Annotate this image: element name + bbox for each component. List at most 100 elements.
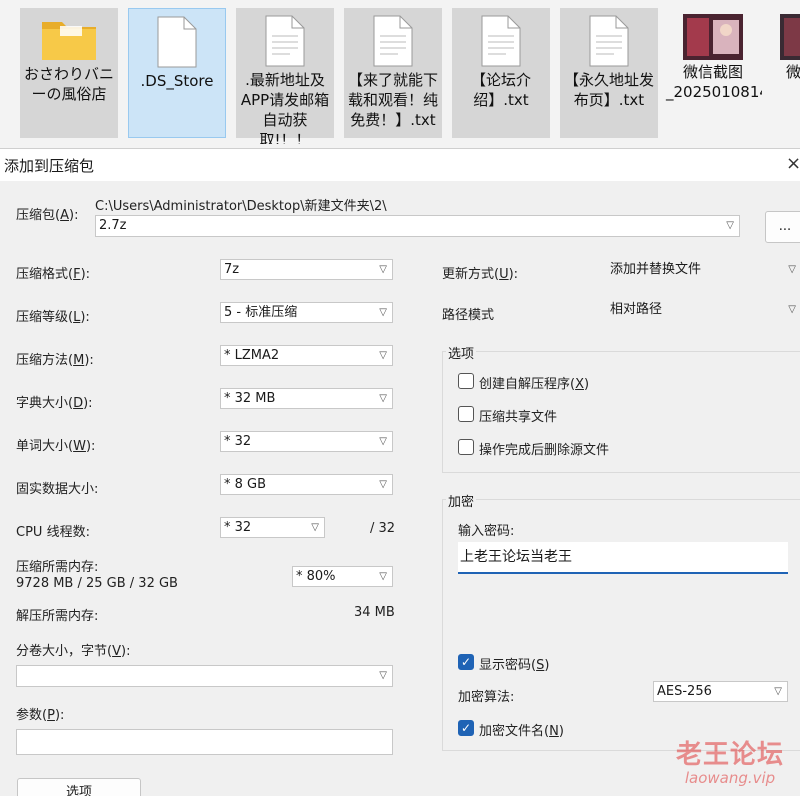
path-mode-value: 相对路径 bbox=[610, 302, 663, 317]
chevron-down-icon[interactable]: ▽ bbox=[379, 666, 387, 685]
encrypt-names-label: 加密文件名(N) bbox=[479, 724, 564, 739]
archive-path: C:\Users\Administrator\Desktop\新建文件夹\2\ bbox=[95, 199, 387, 214]
mem-decompress-label: 解压所需内存: bbox=[16, 609, 99, 624]
dict-label: 字典大小(D): bbox=[16, 396, 93, 411]
desktop-item-label: 【论坛介绍】.txt bbox=[470, 71, 531, 109]
chevron-down-icon[interactable]: ▽ bbox=[379, 389, 387, 408]
image-thumbnail-icon bbox=[683, 14, 743, 60]
password-label: 输入密码: bbox=[458, 524, 515, 539]
dialog-title: 添加到压缩包 bbox=[4, 157, 95, 175]
solid-value: * 8 GB bbox=[224, 477, 267, 492]
method-combo[interactable]: * LZMA2 ▽ bbox=[220, 345, 393, 366]
format-combo[interactable]: 7z ▽ bbox=[220, 259, 393, 280]
desktop-item-label: 【来了就能下载和观看！纯免费！】.txt bbox=[347, 71, 438, 129]
desktop-item-file[interactable]: 【论坛介绍】.txt bbox=[452, 8, 550, 138]
update-combo[interactable]: 添加并替换文件 ▽ bbox=[607, 259, 800, 280]
desktop-item-folder[interactable]: おさわりバニーの風俗店 bbox=[20, 8, 118, 138]
path-mode-combo[interactable]: 相对路径 ▽ bbox=[607, 299, 800, 320]
chevron-down-icon[interactable]: ▽ bbox=[379, 260, 387, 279]
shared-checkbox[interactable] bbox=[458, 406, 474, 422]
chevron-down-icon[interactable]: ▽ bbox=[774, 682, 782, 701]
solid-label: 固实数据大小: bbox=[16, 482, 99, 497]
mem-compress-detail: 9728 MB / 25 GB / 32 GB bbox=[16, 576, 178, 591]
options-group-title: 选项 bbox=[446, 343, 477, 362]
desktop-item-file[interactable]: .最新地址及APP请发邮箱自动获取!！！ bbox=[236, 8, 334, 144]
mem-compress-label: 压缩所需内存: bbox=[16, 560, 99, 575]
folder-icon bbox=[42, 22, 96, 60]
chevron-down-icon[interactable]: ▽ bbox=[379, 346, 387, 365]
chevron-down-icon[interactable]: ▽ bbox=[788, 300, 796, 319]
desktop-item-label: 【永久地址发布页】.txt bbox=[563, 71, 654, 109]
desktop-item-label: .最新地址及APP请发邮箱自动获取!！！ bbox=[240, 71, 330, 144]
desktop-item-label: おさわりバニーの風俗店 bbox=[23, 65, 114, 103]
delete-label: 操作完成后删除源文件 bbox=[479, 443, 610, 458]
desktop-item-file[interactable]: 【永久地址发布页】.txt bbox=[560, 8, 658, 138]
archive-name-combo[interactable]: 2.7z ▽ bbox=[95, 215, 740, 237]
dict-combo[interactable]: * 32 MB ▽ bbox=[220, 388, 393, 409]
path-mode-label: 路径模式 bbox=[442, 308, 495, 323]
chevron-down-icon[interactable]: ▽ bbox=[788, 260, 796, 279]
site-watermark: 老王论坛 laowang.vip bbox=[676, 734, 784, 787]
cpu-combo[interactable]: * 32 ▽ bbox=[220, 517, 325, 538]
word-combo[interactable]: * 32 ▽ bbox=[220, 431, 393, 452]
text-file-icon bbox=[373, 15, 413, 67]
method-value: * LZMA2 bbox=[224, 348, 280, 363]
desktop-item-file[interactable]: 【来了就能下载和观看！纯免费！】.txt bbox=[344, 8, 442, 138]
level-combo[interactable]: 5 - 标准压缩 ▽ bbox=[220, 302, 393, 323]
encrypt-names-checkbox[interactable]: ✓ bbox=[458, 720, 474, 736]
chevron-down-icon[interactable]: ▽ bbox=[379, 303, 387, 322]
level-value: 5 - 标准压缩 bbox=[224, 305, 298, 320]
desktop-strip: おさわりバニーの風俗店 .DS_Store .最新地址及APP请发邮箱自动获取!… bbox=[0, 0, 800, 148]
text-file-icon bbox=[481, 15, 521, 67]
chevron-down-icon[interactable]: ▽ bbox=[311, 518, 319, 537]
format-label: 压缩格式(F): bbox=[16, 267, 91, 282]
chevron-down-icon[interactable]: ▽ bbox=[379, 432, 387, 451]
watermark-url: laowang.vip bbox=[684, 769, 776, 787]
split-label: 分卷大小，字节(V): bbox=[16, 644, 131, 659]
sfx-checkbox[interactable] bbox=[458, 373, 474, 389]
dialog-body: 压缩包(A): C:\Users\Administrator\Desktop\新… bbox=[0, 181, 800, 796]
desktop-item-label: 微信截图_20250108143130.png bbox=[666, 63, 762, 101]
solid-combo[interactable]: * 8 GB ▽ bbox=[220, 474, 393, 495]
title-bar: 添加到压缩包 × bbox=[0, 149, 800, 181]
word-value: * 32 bbox=[224, 434, 252, 449]
mem-percent-combo[interactable]: * 80% ▽ bbox=[292, 566, 393, 587]
delete-checkbox[interactable] bbox=[458, 439, 474, 455]
add-to-archive-dialog: 添加到压缩包 × 压缩包(A): C:\Users\Administrator\… bbox=[0, 148, 800, 796]
chevron-down-icon[interactable]: ▽ bbox=[379, 475, 387, 494]
desktop-item-label: .DS_Store bbox=[140, 72, 214, 90]
password-input[interactable]: 上老王论坛当老王 bbox=[458, 542, 788, 574]
chevron-down-icon[interactable]: ▽ bbox=[379, 567, 387, 586]
update-label: 更新方式(U): bbox=[442, 267, 519, 282]
chevron-down-icon[interactable]: ▽ bbox=[726, 216, 734, 235]
desktop-item-image[interactable]: 微_2 81 bbox=[772, 8, 800, 138]
archive-label: 压缩包(A): bbox=[16, 208, 79, 223]
desktop-item-image[interactable]: 微信截图_20250108143130.png bbox=[664, 8, 762, 138]
split-combo[interactable]: ▽ bbox=[16, 665, 393, 687]
encryption-method-combo[interactable]: AES-256 ▽ bbox=[653, 681, 788, 702]
watermark-title: 老王论坛 bbox=[676, 740, 785, 770]
options-button[interactable]: 选项 bbox=[17, 778, 141, 796]
update-value: 添加并替换文件 bbox=[610, 262, 702, 277]
dict-value: * 32 MB bbox=[224, 391, 276, 406]
encryption-group-title: 加密 bbox=[446, 491, 477, 510]
cpu-value: * 32 bbox=[224, 520, 252, 535]
cpu-label: CPU 线程数: bbox=[16, 525, 90, 540]
cpu-total: / 32 bbox=[370, 521, 396, 536]
mem-percent-value: * 80% bbox=[296, 569, 336, 584]
text-file-icon bbox=[265, 15, 305, 67]
sfx-label: 创建自解压程序(X) bbox=[479, 377, 590, 392]
show-password-checkbox[interactable]: ✓ bbox=[458, 654, 474, 670]
method-label: 压缩方法(M): bbox=[16, 353, 94, 368]
desktop-item-ds-store[interactable]: .DS_Store bbox=[128, 8, 226, 138]
file-icon bbox=[157, 16, 197, 68]
params-input[interactable] bbox=[16, 729, 393, 755]
desktop-item-label: 微_2 81 bbox=[786, 63, 800, 81]
text-file-icon bbox=[589, 15, 629, 67]
close-button[interactable]: × bbox=[786, 153, 800, 175]
browse-button[interactable]: ... bbox=[765, 211, 800, 243]
shared-label: 压缩共享文件 bbox=[479, 410, 558, 425]
params-label: 参数(P): bbox=[16, 708, 65, 723]
encryption-method-value: AES-256 bbox=[657, 684, 712, 699]
encryption-method-label: 加密算法: bbox=[458, 690, 515, 705]
